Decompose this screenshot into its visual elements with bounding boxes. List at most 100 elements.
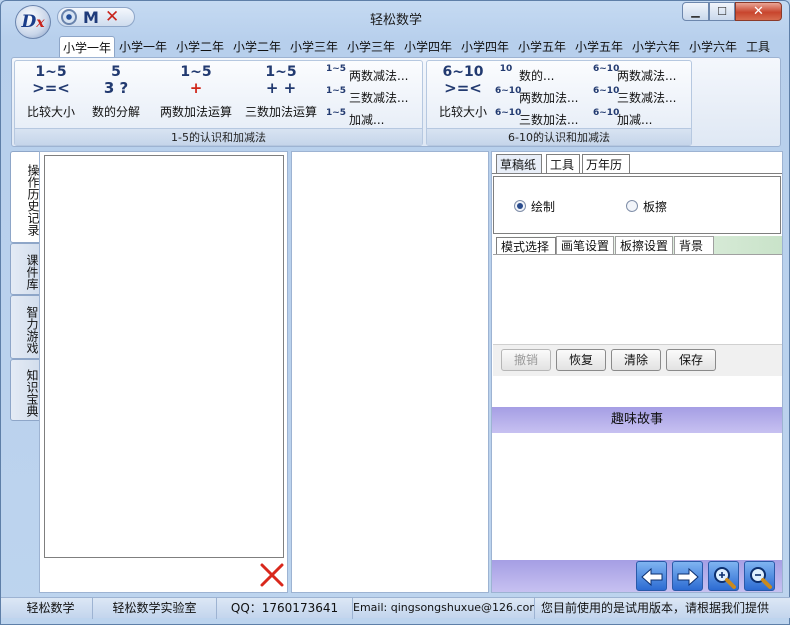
maximize-button[interactable]: ☐ <box>709 2 735 21</box>
status-app-name: 轻松数学 <box>9 598 93 619</box>
window-controls: ▁ ☐ ✕ <box>682 2 784 22</box>
ribbon-tab-10[interactable]: 小学六年 <box>629 36 683 58</box>
save-button[interactable]: 保存 <box>666 349 716 371</box>
number-decompose-button[interactable]: 10 数的... <box>495 65 587 84</box>
subtraction-icon: 1~5 <box>325 64 347 74</box>
tab-eraser-settings[interactable]: 板擦设置 <box>615 236 673 254</box>
radio-dot <box>626 200 638 212</box>
tab-puzzle-games[interactable]: 智力游戏 <box>10 295 40 359</box>
triple-addition-icon: 1~5 + + <box>265 64 297 97</box>
radio-dot <box>514 200 526 212</box>
story-content <box>492 433 782 560</box>
ribbon: 1~5 >=< 比较大小 53 ? 数的分解 1~5 + 两数加法运算 1~5 + +… <box>11 57 781 147</box>
tab-divider <box>492 173 782 174</box>
zoom-out-button[interactable] <box>744 561 775 591</box>
mode-box: 绘制 板擦 <box>493 176 781 234</box>
group-label: 1-5的认识和加减法 <box>15 128 422 145</box>
compare-icon: 6~10 >=< <box>442 64 484 97</box>
history-panel <box>39 151 288 593</box>
settings-tabs: 模式选择 画笔设置 板擦设置 背景 <box>493 236 782 255</box>
previous-button[interactable] <box>636 561 667 591</box>
left-side-tabs: 操作历史记录 课件库 智力游戏 知识宝典 <box>10 151 40 591</box>
ribbon-tab-12[interactable]: 工具 <box>743 36 773 58</box>
tab-scratch-paper[interactable]: 草稿纸 <box>496 154 542 174</box>
mixed-add-subtract-6-10-button[interactable]: 6~10 加减... <box>593 109 689 128</box>
close-icon: ✕ <box>753 4 764 19</box>
group-label: 6-10的认识和加减法 <box>427 128 691 145</box>
delete-icon[interactable] <box>259 562 285 588</box>
three-number-addition-button[interactable]: 1~5 + + 三数加法运算 <box>241 63 321 121</box>
arrow-right-icon <box>677 567 699 587</box>
ribbon-tab-9[interactable]: 小学五年 <box>572 36 626 58</box>
redo-button[interactable]: 恢复 <box>556 349 606 371</box>
ribbon-tab-11[interactable]: 小学六年 <box>686 36 740 58</box>
zoom-in-icon <box>714 567 736 589</box>
minimize-button[interactable]: ▁ <box>682 2 709 21</box>
navigation-bar <box>492 560 782 592</box>
three-number-subtraction-button[interactable]: 1~5 三数减法... <box>325 87 420 106</box>
two-number-addition-6-10-button[interactable]: 6~10 两数加法... <box>495 87 587 106</box>
title-bar: Dx M ✕ 轻松数学 ▁ ☐ ✕ <box>1 1 790 39</box>
triple-subtraction-icon: 6~10 <box>593 86 620 96</box>
ribbon-group-6-10: 6~10 >=< 比较大小 10 数的... 6~10 两数加法... 6~10 … <box>426 60 692 146</box>
tab-background[interactable]: 背景 <box>674 236 714 254</box>
decompose-button[interactable]: 53 ? 数的分解 <box>85 63 147 121</box>
two-number-subtraction-button[interactable]: 1~5 两数减法... <box>325 65 420 84</box>
app-window: Dx M ✕ 轻松数学 ▁ ☐ ✕ 小学一年 小学一年 小学二年 小学二年 小学三年 小学… <box>0 0 790 625</box>
triple-subtraction-icon: 1~5 <box>325 86 347 96</box>
three-number-addition-6-10-button[interactable]: 6~10 三数加法... <box>495 109 587 128</box>
status-email: Email: qingsongshuxue@126.com <box>353 598 535 619</box>
ribbon-group-1-5: 1~5 >=< 比较大小 53 ? 数的分解 1~5 + 两数加法运算 1~5 + +… <box>14 60 423 146</box>
status-trial-notice: 您目前使用的是试用版本，请根据我们提供 <box>541 601 769 615</box>
ribbon-tab-8[interactable]: 小学五年 <box>515 36 569 58</box>
status-qq: QQ：1760173641 <box>217 598 353 619</box>
ribbon-tab-3[interactable]: 小学二年 <box>230 36 284 58</box>
triple-addition-icon: 6~10 <box>495 108 522 118</box>
compare-6-10-button[interactable]: 6~10 >=< 比较大小 <box>433 63 493 121</box>
tab-history[interactable]: 操作历史记录 <box>10 151 40 243</box>
addition-icon: 6~10 <box>495 86 522 96</box>
ribbon-tab-2[interactable]: 小学二年 <box>173 36 227 58</box>
minimize-icon: ▁ <box>691 5 700 18</box>
tab-pen-settings[interactable]: 画笔设置 <box>556 236 614 254</box>
maximize-icon: ☐ <box>717 5 727 18</box>
next-button[interactable] <box>672 561 703 591</box>
work-area[interactable] <box>291 151 489 593</box>
two-number-addition-button[interactable]: 1~5 + 两数加法运算 <box>153 63 239 121</box>
window-title: 轻松数学 <box>369 13 422 28</box>
tab-mode-select[interactable]: 模式选择 <box>496 237 556 255</box>
subtraction-icon: 6~10 <box>593 64 620 74</box>
tab-tools[interactable]: 工具 <box>546 154 580 174</box>
right-panel: 草稿纸 工具 万年历 绘制 板擦 模式选择 画笔设置 板擦设置 背景 撤销 恢复 <box>491 151 783 593</box>
mixed-ops-icon: 1~5 <box>325 108 347 118</box>
close-button[interactable]: ✕ <box>735 2 782 21</box>
compare-1-5-button[interactable]: 1~5 >=< 比较大小 <box>21 63 81 121</box>
action-bar: 撤销 恢复 清除 保存 <box>493 344 782 376</box>
zoom-in-button[interactable] <box>708 561 739 591</box>
two-number-subtraction-6-10-button[interactable]: 6~10 两数减法... <box>593 65 689 84</box>
clear-button[interactable]: 清除 <box>611 349 661 371</box>
tab-calendar[interactable]: 万年历 <box>582 154 630 174</box>
history-list[interactable] <box>44 155 284 558</box>
ribbon-tab-5[interactable]: 小学三年 <box>344 36 398 58</box>
three-number-subtraction-6-10-button[interactable]: 6~10 三数减法... <box>593 87 689 106</box>
status-bar: 轻松数学 轻松数学实验室 QQ：1760173641 Email: qingso… <box>1 597 790 619</box>
ribbon-tab-7[interactable]: 小学四年 <box>458 36 512 58</box>
undo-button[interactable]: 撤销 <box>501 349 551 371</box>
tab-courseware[interactable]: 课件库 <box>10 243 40 295</box>
tab-knowledge[interactable]: 知识宝典 <box>10 359 40 421</box>
decompose-icon: 53 ? <box>103 64 129 97</box>
arrow-left-icon <box>641 567 663 587</box>
ribbon-tab-4[interactable]: 小学三年 <box>287 36 341 58</box>
compare-icon: 1~5 >=< <box>32 64 70 97</box>
mixed-add-subtract-button[interactable]: 1~5 加减... <box>325 109 420 128</box>
ribbon-tab-0[interactable]: 小学一年 <box>59 36 116 58</box>
zoom-out-icon <box>750 567 772 589</box>
settings-content <box>493 254 782 344</box>
status-lab: 轻松数学实验室 <box>93 598 217 619</box>
addition-icon: 1~5 + <box>180 64 212 97</box>
story-header: 趣味故事 <box>492 407 782 433</box>
ribbon-tab-6[interactable]: 小学四年 <box>401 36 455 58</box>
ribbon-tab-1[interactable]: 小学一年 <box>116 36 170 58</box>
mixed-ops-icon: 6~10 <box>593 108 620 118</box>
